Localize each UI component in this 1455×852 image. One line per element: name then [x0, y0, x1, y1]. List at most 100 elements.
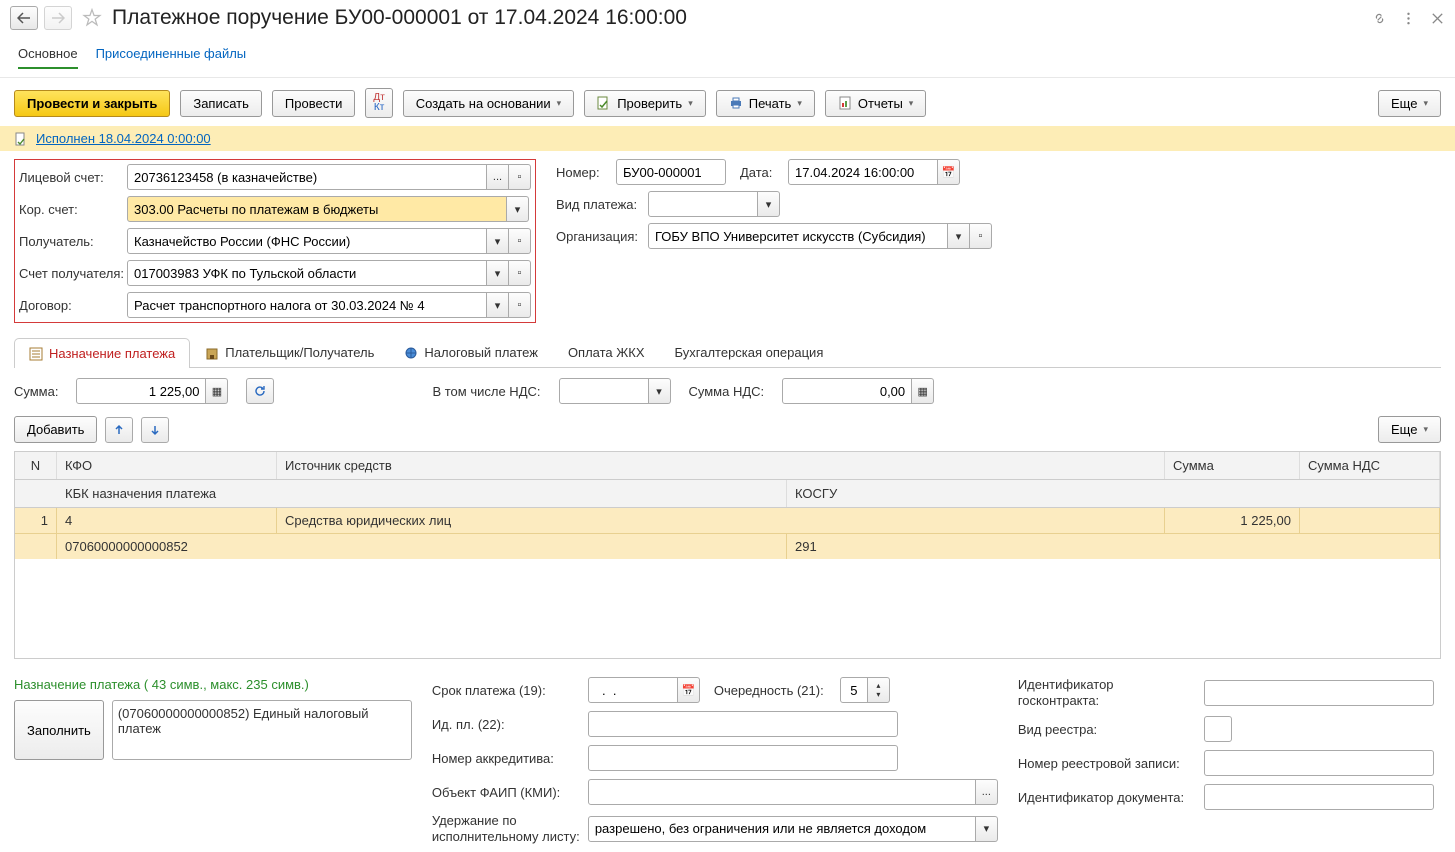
- accred-input[interactable]: [588, 745, 898, 771]
- tab-jkh-payment[interactable]: Оплата ЖКХ: [553, 337, 660, 367]
- status-link[interactable]: Исполнен 18.04.2024 0:00:00: [36, 131, 211, 146]
- payment-purpose-text[interactable]: (07060000000000852) Единый налоговый пла…: [112, 700, 412, 760]
- term-input[interactable]: [588, 677, 678, 703]
- payee-acc-label: Счет получателя:: [19, 266, 127, 281]
- col-source: Источник средств: [277, 452, 1165, 479]
- org-input[interactable]: [648, 223, 948, 249]
- tab-payer-payee[interactable]: Плательщик/Получатель: [190, 337, 389, 367]
- open-icon[interactable]: ▫: [509, 228, 531, 254]
- paytype-input[interactable]: [648, 191, 758, 217]
- chevron-down-icon[interactable]: ▾: [976, 816, 998, 842]
- stepper-icon[interactable]: ▴▾: [868, 677, 890, 703]
- chevron-down-icon[interactable]: ▾: [487, 260, 509, 286]
- tab-accounting-op[interactable]: Бухгалтерская операция: [660, 337, 839, 367]
- dt-kt-button[interactable]: ДтКт: [365, 88, 392, 118]
- col-kosgu: КОСГУ: [787, 480, 1440, 507]
- docid-input[interactable]: [1204, 784, 1434, 810]
- calc-icon[interactable]: ▦: [912, 378, 934, 404]
- number-label: Номер:: [556, 165, 616, 180]
- regtype-input[interactable]: [1204, 716, 1232, 742]
- col-sum: Сумма: [1165, 452, 1300, 479]
- contract-input[interactable]: [127, 292, 487, 318]
- select-icon[interactable]: ...: [487, 164, 509, 190]
- accred-label: Номер аккредитива:: [432, 751, 582, 766]
- add-row-button[interactable]: Добавить: [14, 416, 97, 443]
- move-up-button[interactable]: [105, 417, 133, 443]
- table-row[interactable]: 07060000000000852 291: [15, 533, 1440, 559]
- nav-forward-button[interactable]: [44, 6, 72, 30]
- col-kfo: КФО: [57, 452, 277, 479]
- fill-button[interactable]: Заполнить: [14, 700, 104, 760]
- tab-payment-purpose[interactable]: Назначение платежа: [14, 338, 190, 368]
- save-button[interactable]: Записать: [180, 90, 262, 117]
- chevron-down-icon[interactable]: ▾: [487, 228, 509, 254]
- close-icon[interactable]: [1430, 11, 1445, 26]
- link-icon[interactable]: [1372, 11, 1387, 26]
- faip-input[interactable]: [588, 779, 976, 805]
- chevron-down-icon[interactable]: ▾: [948, 223, 970, 249]
- page-title: Платежное поручение БУ00-000001 от 17.04…: [112, 6, 687, 30]
- order-label: Очередность (21):: [714, 683, 834, 698]
- print-button[interactable]: Печать▾: [716, 90, 815, 117]
- select-icon[interactable]: ...: [976, 779, 998, 805]
- open-icon[interactable]: ▫: [509, 260, 531, 286]
- chevron-down-icon[interactable]: ▾: [487, 292, 509, 318]
- more-button-grid[interactable]: Еще▾: [1378, 416, 1441, 443]
- open-icon[interactable]: ▫: [970, 223, 992, 249]
- move-down-button[interactable]: [141, 417, 169, 443]
- list-icon: [29, 347, 43, 361]
- report-icon: [838, 96, 852, 110]
- chevron-down-icon[interactable]: ▾: [507, 196, 529, 222]
- date-input[interactable]: [788, 159, 938, 185]
- more-button-top[interactable]: Еще▾: [1378, 90, 1441, 117]
- idpl-input[interactable]: [588, 711, 898, 737]
- account-input[interactable]: [127, 164, 487, 190]
- nds-sum-input[interactable]: [782, 378, 912, 404]
- favorite-star-icon[interactable]: [82, 8, 102, 28]
- post-button[interactable]: Провести: [272, 90, 356, 117]
- calendar-icon[interactable]: 📅: [938, 159, 960, 185]
- gosid-label: Идентификатор госконтракта:: [1018, 677, 1198, 708]
- sum-input[interactable]: [76, 378, 206, 404]
- cell-kbk: 07060000000000852: [57, 534, 787, 559]
- hold-select[interactable]: [588, 816, 976, 842]
- term-label: Срок платежа (19):: [432, 683, 582, 698]
- kebab-menu-icon[interactable]: [1401, 11, 1416, 26]
- payee-acc-input[interactable]: [127, 260, 487, 286]
- refresh-sum-button[interactable]: [246, 378, 274, 404]
- chevron-down-icon[interactable]: ▾: [758, 191, 780, 217]
- calendar-icon[interactable]: 📅: [678, 677, 700, 703]
- tab-tax-payment[interactable]: Налоговый платеж: [389, 337, 553, 367]
- regnum-label: Номер реестровой записи:: [1018, 756, 1198, 771]
- cell-src: Средства юридических лиц: [277, 508, 1165, 533]
- number-input[interactable]: [616, 159, 726, 185]
- cor-input[interactable]: [127, 196, 507, 222]
- globe-icon: [404, 346, 418, 360]
- regnum-input[interactable]: [1204, 750, 1434, 776]
- subnav-main[interactable]: Основное: [18, 40, 78, 69]
- open-icon[interactable]: ▫: [509, 164, 531, 190]
- date-label: Дата:: [740, 165, 788, 180]
- cell-nds-sum: [1300, 508, 1440, 533]
- col-nds-sum: Сумма НДС: [1300, 452, 1440, 479]
- org-label: Организация:: [556, 229, 648, 244]
- subnav-attached-files[interactable]: Присоединенные файлы: [96, 40, 247, 69]
- chevron-down-icon[interactable]: ▾: [649, 378, 671, 404]
- reports-button[interactable]: Отчеты▾: [825, 90, 926, 117]
- order-input[interactable]: [840, 677, 868, 703]
- post-and-close-button[interactable]: Провести и закрыть: [14, 90, 170, 117]
- check-button[interactable]: Проверить▾: [584, 90, 706, 117]
- cell-kfo: 4: [57, 508, 277, 533]
- gosid-input[interactable]: [1204, 680, 1434, 706]
- desc-label: Назначение платежа ( 43 симв., макс. 235…: [14, 677, 412, 692]
- create-based-button[interactable]: Создать на основании▾: [403, 90, 574, 117]
- nav-back-button[interactable]: [10, 6, 38, 30]
- payee-input[interactable]: [127, 228, 487, 254]
- check-doc-icon: [597, 96, 611, 110]
- calc-icon[interactable]: ▦: [206, 378, 228, 404]
- table-row[interactable]: 1 4 Средства юридических лиц 1 225,00: [15, 508, 1440, 533]
- cell-n: 1: [15, 508, 57, 533]
- paytype-label: Вид платежа:: [556, 197, 648, 212]
- open-icon[interactable]: ▫: [509, 292, 531, 318]
- nds-rate-select[interactable]: [559, 378, 649, 404]
